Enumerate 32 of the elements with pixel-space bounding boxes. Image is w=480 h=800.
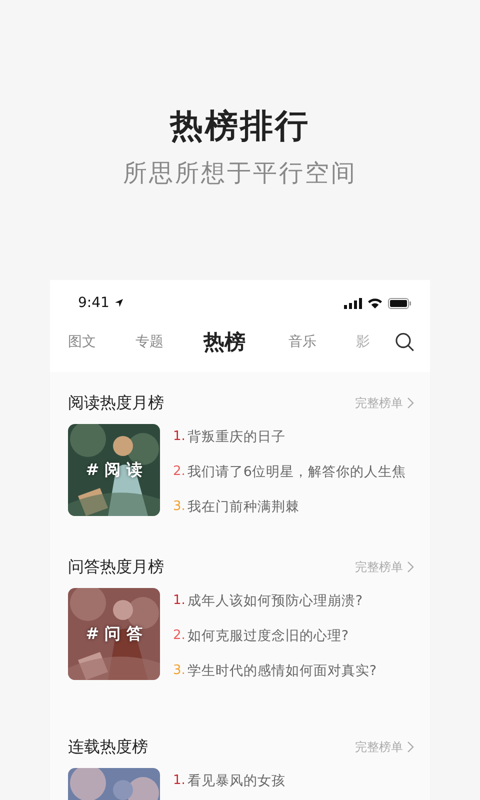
section-title: 阅读热度月榜 [68, 392, 165, 414]
tab[interactable]: 音乐 [288, 333, 356, 351]
wifi-icon [367, 297, 383, 309]
article-title-link[interactable]: 如何克服过度念旧的心理? [187, 626, 349, 644]
tab[interactable]: 热榜 [203, 328, 288, 356]
section-title: 连载热度榜 [68, 736, 149, 758]
tab[interactable]: 专题 [136, 333, 204, 351]
article-title-link[interactable]: 我在门前种满荆棘 [187, 498, 300, 516]
rank-number: 1. [173, 429, 186, 444]
article-title-link[interactable]: 成年人该如何预防心理崩溃? [187, 592, 363, 610]
headline-title: 热榜排行 [170, 105, 310, 147]
rank-number: 2. [173, 464, 186, 479]
chevron-right-icon[interactable] [407, 397, 414, 409]
tab[interactable]: 图文 [68, 333, 136, 351]
rank-number: 2. [173, 628, 186, 643]
location-arrow-icon [114, 298, 124, 308]
article-title-link[interactable]: 背叛重庆的日子 [187, 428, 286, 446]
rank-number: 1. [173, 773, 186, 788]
rank-number: 3. [173, 663, 186, 678]
rank-number: 3. [173, 499, 186, 514]
section-title: 问答热度月榜 [68, 556, 165, 578]
headline-subtitle: 所思所想于平行空间 [123, 158, 357, 189]
search-icon[interactable] [394, 332, 414, 352]
chevron-right-icon[interactable] [407, 741, 414, 753]
battery-icon [388, 298, 412, 308]
signal-icon [344, 298, 362, 308]
chevron-right-icon[interactable] [407, 561, 414, 573]
article-title-link[interactable]: 学生时代的感情如何面对真实? [187, 662, 377, 680]
article-title-link[interactable]: 看见暴风的女孩 [187, 772, 286, 790]
status-time: 9:41 [78, 295, 110, 311]
article-title-link[interactable]: 我们请了6位明星，解答你的人生焦 [187, 462, 406, 480]
rank-number: 1. [173, 593, 186, 608]
